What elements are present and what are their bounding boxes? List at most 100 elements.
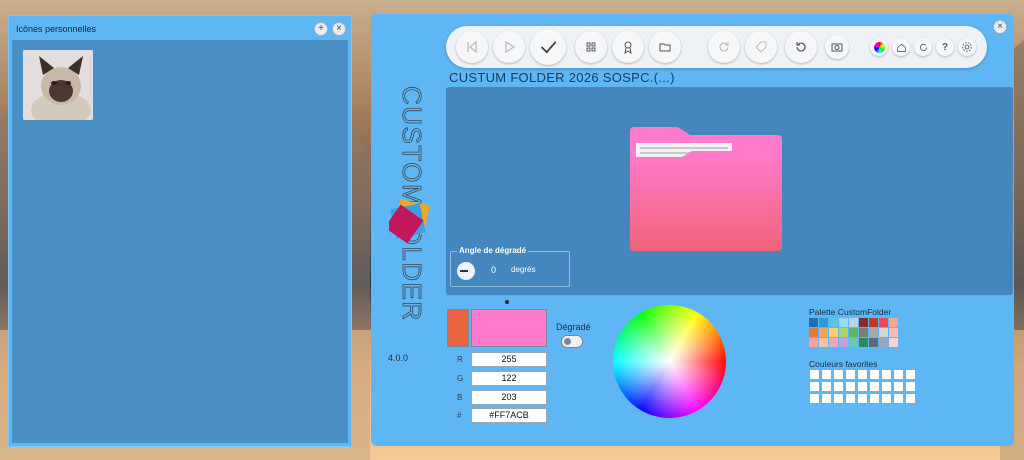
- gradient-toggle-label: Dégradé: [556, 322, 591, 332]
- favorite-slot[interactable]: [810, 382, 819, 391]
- grid-icon[interactable]: [575, 31, 607, 63]
- g-field[interactable]: 122: [471, 371, 547, 386]
- favorite-slot[interactable]: [894, 382, 903, 391]
- palette-swatch[interactable]: [879, 328, 888, 337]
- b-label: B: [457, 393, 463, 402]
- award-icon[interactable]: [612, 31, 644, 63]
- favorite-slot[interactable]: [810, 370, 819, 379]
- palette-swatch[interactable]: [859, 338, 868, 347]
- skip-back-icon[interactable]: [456, 31, 488, 63]
- favorites-grid: [810, 370, 915, 403]
- check-icon[interactable]: [530, 29, 566, 65]
- close-icon[interactable]: ×: [332, 22, 346, 36]
- custom-icon-thumbnail[interactable]: [23, 50, 93, 120]
- palette-swatch[interactable]: [829, 318, 838, 327]
- palette-swatch[interactable]: [869, 318, 878, 327]
- palette-swatch[interactable]: [889, 328, 898, 337]
- palette-swatch[interactable]: [869, 328, 878, 337]
- current-color-swatch[interactable]: [471, 309, 547, 347]
- palette-grid: [809, 318, 898, 347]
- custom-icons-panel: Icônes personnelles + ×: [8, 15, 352, 447]
- undo-icon[interactable]: [785, 31, 817, 63]
- settings-icon[interactable]: [958, 38, 976, 56]
- icons-list: [12, 40, 348, 443]
- palette-swatch[interactable]: [849, 338, 858, 347]
- favorite-slot[interactable]: [870, 382, 879, 391]
- cat-image: [23, 50, 93, 120]
- palette-swatch[interactable]: [889, 318, 898, 327]
- favorite-slot[interactable]: [846, 382, 855, 391]
- favorite-slot[interactable]: [894, 394, 903, 403]
- tag-icon[interactable]: [745, 31, 777, 63]
- palette-swatch[interactable]: [849, 328, 858, 337]
- r-field[interactable]: 255: [471, 352, 547, 367]
- favorite-slot[interactable]: [882, 370, 891, 379]
- gradient-angle-group: Angle de dégradé 0 degrés: [450, 246, 570, 287]
- refresh-icon[interactable]: [914, 38, 932, 56]
- palette-swatch[interactable]: [839, 338, 848, 347]
- close-icon[interactable]: ×: [993, 20, 1007, 34]
- palette-swatch[interactable]: [839, 318, 848, 327]
- favorites-title: Couleurs favorites: [809, 359, 878, 369]
- palette-swatch[interactable]: [839, 328, 848, 337]
- home-icon[interactable]: [892, 38, 910, 56]
- palette-swatch[interactable]: [809, 338, 818, 347]
- selected-indicator: [505, 300, 509, 304]
- folder-title: CUSTUM FOLDER 2026 SOSPC.(...): [449, 70, 675, 85]
- palette-swatch[interactable]: [829, 328, 838, 337]
- play-icon[interactable]: [493, 31, 525, 63]
- plus-icon[interactable]: +: [314, 22, 328, 36]
- favorite-slot[interactable]: [858, 382, 867, 391]
- palette-swatch[interactable]: [889, 338, 898, 347]
- favorite-slot[interactable]: [846, 370, 855, 379]
- palette-swatch[interactable]: [879, 338, 888, 347]
- favorite-slot[interactable]: [834, 382, 843, 391]
- favorite-slot[interactable]: [834, 370, 843, 379]
- folder-icon[interactable]: [649, 31, 681, 63]
- favorite-slot[interactable]: [882, 382, 891, 391]
- favorite-slot[interactable]: [858, 370, 867, 379]
- palette-swatch[interactable]: [869, 338, 878, 347]
- favorite-slot[interactable]: [834, 394, 843, 403]
- favorite-slot[interactable]: [822, 382, 831, 391]
- favorite-slot[interactable]: [870, 370, 879, 379]
- palette-swatch[interactable]: [859, 318, 868, 327]
- palette-swatch[interactable]: [879, 318, 888, 327]
- angle-dial[interactable]: [457, 262, 475, 280]
- gradient-angle-label: Angle de dégradé: [457, 246, 529, 255]
- palette-swatch[interactable]: [849, 318, 858, 327]
- folder-preview-area: Angle de dégradé 0 degrés: [446, 87, 1013, 295]
- favorite-slot[interactable]: [822, 394, 831, 403]
- b-field[interactable]: 203: [471, 390, 547, 405]
- customfolder-window: × CUSTOMFOLDER 4.0.0 ? CUSTUM FOLDER 202…: [371, 14, 1014, 446]
- help-icon[interactable]: ?: [936, 38, 954, 56]
- palette-swatch[interactable]: [829, 338, 838, 347]
- color-wheel-icon[interactable]: [870, 38, 888, 56]
- favorite-slot[interactable]: [906, 394, 915, 403]
- color-wheel[interactable]: [613, 305, 726, 418]
- hex-field[interactable]: #FF7ACB: [471, 408, 547, 423]
- previous-color-swatch[interactable]: [447, 309, 469, 347]
- main-toolbar: ?: [446, 26, 987, 68]
- camera-icon[interactable]: [825, 35, 849, 59]
- palette-swatch[interactable]: [859, 328, 868, 337]
- favorite-slot[interactable]: [894, 370, 903, 379]
- favorite-slot[interactable]: [870, 394, 879, 403]
- palette-swatch[interactable]: [809, 318, 818, 327]
- favorite-slot[interactable]: [906, 370, 915, 379]
- favorite-slot[interactable]: [906, 382, 915, 391]
- gradient-toggle[interactable]: [561, 335, 583, 348]
- favorite-slot[interactable]: [882, 394, 891, 403]
- palette-swatch[interactable]: [819, 328, 828, 337]
- redo-icon[interactable]: [708, 31, 740, 63]
- favorite-slot[interactable]: [858, 394, 867, 403]
- g-label: G: [457, 374, 464, 383]
- favorite-slot[interactable]: [810, 394, 819, 403]
- angle-value[interactable]: 0: [491, 265, 496, 275]
- palette-swatch[interactable]: [819, 338, 828, 347]
- favorite-slot[interactable]: [846, 394, 855, 403]
- palette-swatch[interactable]: [819, 318, 828, 327]
- r-label: R: [457, 355, 463, 364]
- favorite-slot[interactable]: [822, 370, 831, 379]
- palette-swatch[interactable]: [809, 328, 818, 337]
